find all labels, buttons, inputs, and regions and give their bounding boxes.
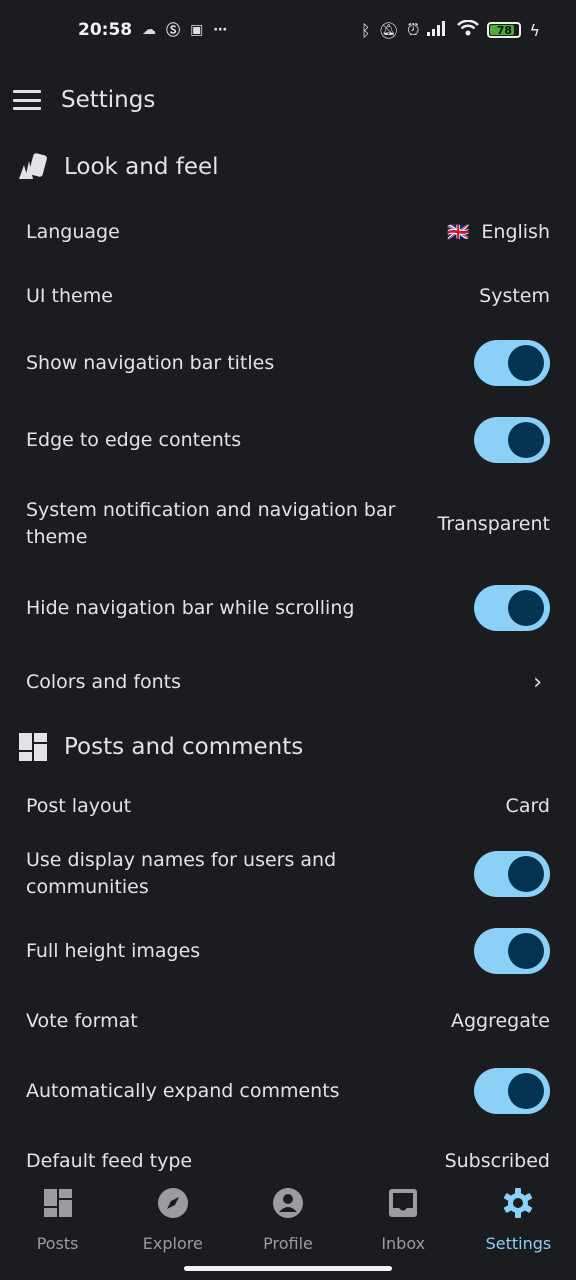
account-icon xyxy=(271,1186,305,1220)
news-icon: ▣ xyxy=(190,22,204,38)
display-names-toggle[interactable] xyxy=(474,851,550,897)
bell-off-icon: 🔕︎ xyxy=(378,20,399,40)
setting-value: System xyxy=(479,285,550,307)
setting-value: Subscribed xyxy=(444,1150,550,1172)
section-title: Posts and comments xyxy=(64,734,304,760)
section-posts-and-comments: Posts and comments xyxy=(0,714,576,780)
gear-icon xyxy=(501,1186,535,1220)
setting-label: Colors and fonts xyxy=(26,670,182,693)
nav-settings[interactable]: Settings xyxy=(461,1176,576,1280)
setting-label: Vote format xyxy=(26,1009,138,1032)
dashboard-icon xyxy=(16,730,50,764)
setting-label: Post layout xyxy=(26,794,132,817)
setting-label: Full height images xyxy=(26,939,201,962)
setting-label: Automatically expand comments xyxy=(26,1079,340,1102)
setting-label: System notification and navigation bar t… xyxy=(26,499,396,548)
alarm-icon: ⏰︎ xyxy=(406,20,420,39)
setting-value: Card xyxy=(505,795,550,817)
setting-system-bar-theme[interactable]: System notification and navigation bar t… xyxy=(0,482,576,566)
bluetooth-icon: ᛒ xyxy=(361,20,371,40)
setting-label: Language xyxy=(26,220,120,243)
nav-profile[interactable]: Profile xyxy=(230,1176,345,1280)
status-left: 20:58 ☁ Ⓢ ▣ ⋯ xyxy=(78,20,227,40)
inbox-icon xyxy=(386,1186,420,1220)
app-bar: Settings xyxy=(0,72,576,128)
full-height-toggle[interactable] xyxy=(474,928,550,974)
setting-display-names: Use display names for users and communit… xyxy=(0,832,576,916)
setting-ui-theme[interactable]: UI theme System xyxy=(0,264,576,328)
setting-value: 🇬🇧 English xyxy=(446,221,550,243)
setting-value: Aggregate xyxy=(450,1010,550,1032)
setting-edge-to-edge: Edge to edge contents xyxy=(0,398,576,482)
setting-label: Edge to edge contents xyxy=(26,428,242,451)
nav-posts[interactable]: Posts xyxy=(0,1176,115,1280)
status-right: ᛒ 🔕︎ ⏰︎ 78 ϟ xyxy=(361,19,540,40)
status-bar: 20:58 ☁ Ⓢ ▣ ⋯ ᛒ 🔕︎ ⏰︎ 78 ϟ xyxy=(0,0,576,64)
setting-show-nav-titles: Show navigation bar titles xyxy=(0,328,576,398)
settings-list: Look and feel Language 🇬🇧 English UI the… xyxy=(0,134,576,1196)
cards-icon xyxy=(16,150,50,184)
setting-value: Transparent xyxy=(437,513,551,535)
setting-label: Use display names for users and communit… xyxy=(26,849,337,898)
page-title: Settings xyxy=(61,87,156,113)
bottom-navigation: Posts Explore Profile Inbox Settings xyxy=(0,1176,576,1280)
nav-titles-toggle[interactable] xyxy=(474,340,550,386)
wifi-icon xyxy=(457,19,480,40)
setting-label: Hide navigation bar while scrolling xyxy=(26,596,355,619)
home-indicator[interactable] xyxy=(184,1266,392,1271)
setting-label: Show navigation bar titles xyxy=(26,351,275,374)
dashboard-icon xyxy=(41,1186,75,1220)
charging-icon: ϟ xyxy=(529,20,540,40)
cloud-icon: ☁ xyxy=(142,22,157,38)
hide-nav-toggle[interactable] xyxy=(474,585,550,631)
more-notifications-icon: ⋯ xyxy=(213,22,228,38)
battery-indicator: 78 xyxy=(487,22,522,38)
nav-inbox[interactable]: Inbox xyxy=(346,1176,461,1280)
compass-icon xyxy=(156,1186,190,1220)
setting-full-height-images: Full height images xyxy=(0,916,576,986)
setting-vote-format[interactable]: Vote format Aggregate xyxy=(0,986,576,1056)
setting-language[interactable]: Language 🇬🇧 English xyxy=(0,200,576,264)
setting-label: Default feed type xyxy=(26,1149,193,1172)
chevron-right-icon: › xyxy=(533,669,542,695)
setting-hide-nav-scroll: Hide navigation bar while scrolling xyxy=(0,566,576,650)
setting-post-layout[interactable]: Post layout Card xyxy=(0,780,576,832)
edge-to-edge-toggle[interactable] xyxy=(474,417,550,463)
menu-icon xyxy=(13,90,41,93)
setting-label: UI theme xyxy=(26,284,113,307)
section-title: Look and feel xyxy=(64,154,219,180)
nav-explore[interactable]: Explore xyxy=(115,1176,230,1280)
uk-flag-icon: 🇬🇧 xyxy=(446,221,470,243)
clock: 20:58 xyxy=(78,20,133,40)
menu-button[interactable] xyxy=(13,90,41,110)
signal-icon xyxy=(427,20,449,40)
setting-expand-comments: Automatically expand comments xyxy=(0,1056,576,1126)
expand-comments-toggle[interactable] xyxy=(474,1068,550,1114)
setting-colors-and-fonts[interactable]: Colors and fonts › xyxy=(0,650,576,714)
notification-app-icon: Ⓢ xyxy=(166,23,181,39)
section-look-and-feel: Look and feel xyxy=(0,134,576,200)
